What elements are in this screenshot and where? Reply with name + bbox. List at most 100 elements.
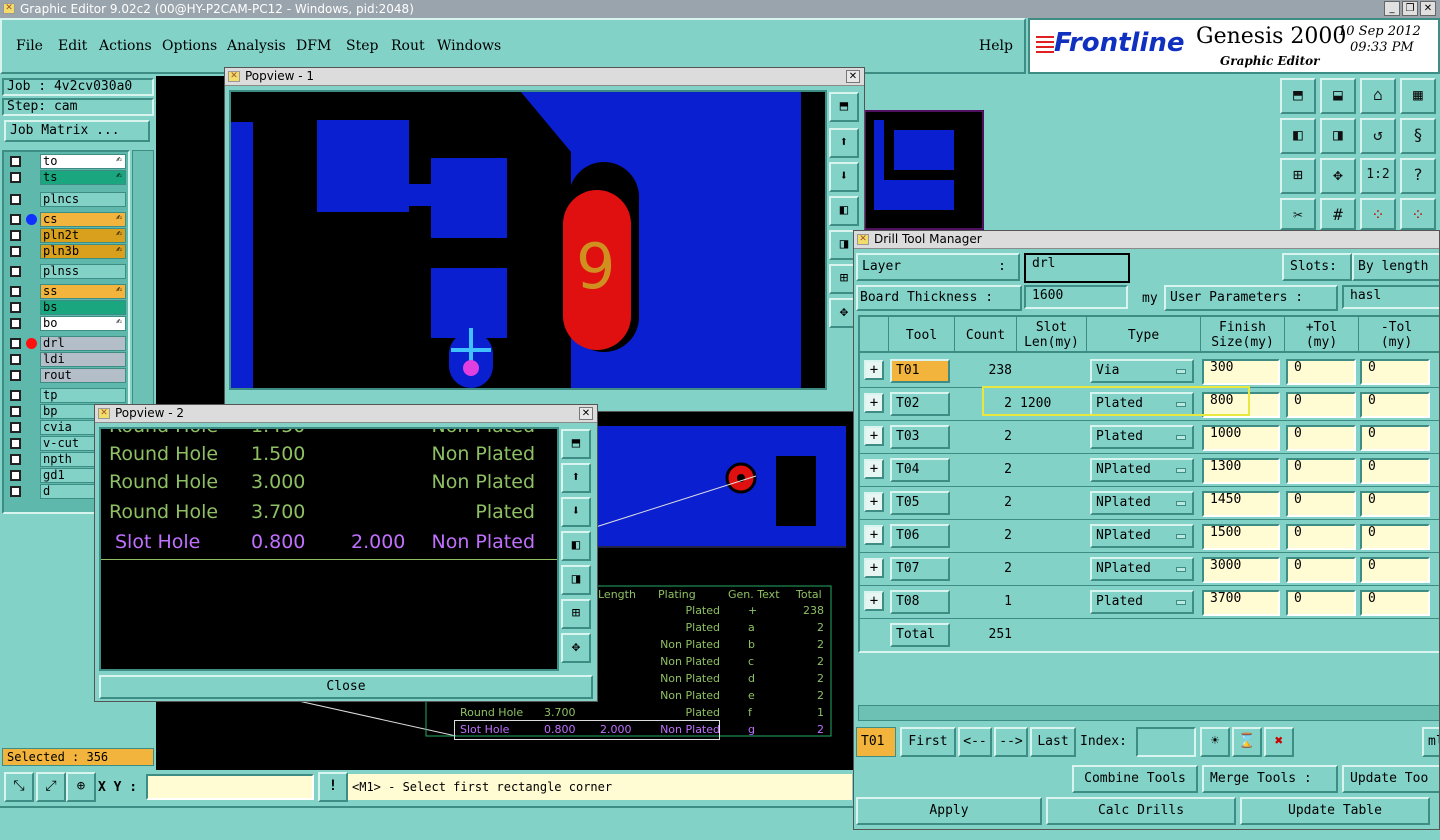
tool-finish-size[interactable]: 3700 [1202, 590, 1280, 616]
redraw-icon[interactable]: ↺ [1360, 118, 1396, 154]
expand-icon[interactable]: + [864, 591, 884, 611]
tool-plus-tol[interactable]: 0 [1286, 590, 1356, 616]
help-icon[interactable]: ? [1400, 158, 1436, 194]
combine-tools-button[interactable]: Combine Tools [1072, 765, 1198, 793]
tool-row[interactable]: + T04 2 NPlated 1300 0 0 [860, 454, 1439, 487]
tool-row[interactable]: + T02 2 1200 Plated 800 0 0 [860, 388, 1439, 421]
minimize-button[interactable]: _ [1384, 1, 1400, 16]
layer-name[interactable]: cs [40, 212, 126, 227]
tool-plus-tol[interactable]: 0 [1286, 524, 1356, 550]
layer-row-rout[interactable]: rout [8, 368, 128, 383]
tool-type-select[interactable]: Plated [1090, 590, 1194, 614]
update-table-button[interactable]: Update Table [1240, 797, 1430, 825]
index-input[interactable] [1136, 727, 1196, 757]
layer-checkbox[interactable] [10, 422, 21, 433]
layer-checkbox[interactable] [10, 286, 21, 297]
tool-plus-tol[interactable]: 0 [1286, 458, 1356, 484]
expand-icon[interactable]: + [864, 492, 884, 512]
popview2-close-button[interactable]: Close [99, 675, 593, 699]
measure-icon[interactable]: ✂ [1280, 198, 1316, 230]
pv2-up-icon[interactable]: ⬆ [561, 463, 591, 493]
menu-step[interactable]: Step [346, 38, 378, 54]
tool-minus-tol[interactable]: 0 [1360, 458, 1430, 484]
expand-icon[interactable]: + [864, 459, 884, 479]
zoom-home-icon[interactable]: ⬒ [1280, 78, 1316, 114]
menu-rout[interactable]: Rout [391, 38, 425, 54]
tool-button[interactable]: T06 [890, 524, 950, 548]
expand-icon[interactable]: + [864, 393, 884, 413]
home-icon[interactable]: ⌂ [1360, 78, 1396, 114]
popview1-close-icon[interactable]: ✕ [846, 70, 860, 83]
board-thickness-input[interactable]: 1600 [1024, 285, 1128, 309]
layer-name[interactable]: bo [40, 316, 126, 331]
layer-checkbox[interactable] [10, 406, 21, 417]
layer-name[interactable]: plnss [40, 264, 126, 279]
job-matrix-button[interactable]: Job Matrix ... [4, 120, 150, 142]
dtm-titlebar[interactable]: ✕ Drill Tool Manager [854, 231, 1439, 249]
drill-map-icon[interactable]: ⁘ [1360, 198, 1396, 230]
tool-plus-tol[interactable]: 0 [1286, 557, 1356, 583]
popview2-canvas[interactable]: Round Hole 1.450 Non Plated Round Hole 1.500… [99, 427, 559, 671]
tool-finish-size[interactable]: 1300 [1202, 458, 1280, 484]
layer-row-ldi[interactable]: ldi [8, 352, 128, 367]
maximize-button[interactable]: ❐ [1402, 1, 1418, 16]
layer-name[interactable]: bs [40, 300, 126, 315]
layer-checkbox[interactable] [10, 454, 21, 465]
layer-checkbox[interactable] [10, 172, 21, 183]
menu-options[interactable]: Options [162, 38, 217, 54]
layer-row-bs[interactable]: bs [8, 300, 128, 315]
tool-finish-size[interactable]: 1000 [1202, 425, 1280, 451]
tool-minus-tol[interactable]: 0 [1360, 590, 1430, 616]
tool-type-select[interactable]: NPlated [1090, 491, 1194, 515]
tool-button[interactable]: T03 [890, 425, 950, 449]
layer-checkbox[interactable] [10, 230, 21, 241]
layer-name[interactable]: pln2t [40, 228, 126, 243]
tool-button[interactable]: T08 [890, 590, 950, 614]
layer-row-to[interactable]: to ✍ [8, 154, 128, 169]
pv1-down-icon[interactable]: ⬇ [829, 162, 859, 192]
tool-button[interactable]: T02 [890, 392, 950, 416]
snap-icon[interactable]: § [1400, 118, 1436, 154]
tool-type-select[interactable]: Via [1090, 359, 1194, 383]
menu-file[interactable]: File [16, 38, 43, 54]
layer-row-drl[interactable]: drl [8, 336, 128, 351]
layer-row-tp[interactable]: tp [8, 388, 128, 403]
layer-checkbox[interactable] [10, 470, 21, 481]
pv2-left-icon[interactable]: ◧ [561, 531, 591, 561]
tool-plus-tol[interactable]: 0 [1286, 359, 1356, 385]
layer-checkbox[interactable] [10, 302, 21, 313]
tool-type-select[interactable]: Plated [1090, 425, 1194, 449]
expand-icon[interactable]: + [864, 426, 884, 446]
tool-row[interactable]: + T06 2 NPlated 1500 0 0 [860, 520, 1439, 553]
menu-analysis[interactable]: Analysis [227, 38, 286, 54]
tool-button[interactable]: T01 [890, 359, 950, 383]
fit-window-icon[interactable]: ▦ [1400, 78, 1436, 114]
popview1-canvas[interactable]: 9 [229, 90, 827, 390]
delete-icon[interactable]: ✖ [1264, 727, 1294, 757]
layer-row-ss[interactable]: ss ✍ [8, 284, 128, 299]
layer-name[interactable]: drl [40, 336, 126, 351]
pv1-left-icon[interactable]: ◧ [829, 196, 859, 226]
tool-finish-size[interactable]: 1450 [1202, 491, 1280, 517]
pv1-up-icon[interactable]: ⬆ [829, 128, 859, 158]
tool-row[interactable]: + T05 2 NPlated 1450 0 0 [860, 487, 1439, 520]
ml-button[interactable]: ml [1422, 727, 1439, 757]
hourglass-icon[interactable]: ⌛ [1232, 727, 1262, 757]
pan-right-icon[interactable]: ◨ [1320, 118, 1356, 154]
layer-name[interactable]: to [40, 154, 126, 169]
layer-name[interactable]: ldi [40, 352, 126, 367]
layer-row-pln3b[interactable]: pln3b ✍ [8, 244, 128, 259]
tool-plus-tol[interactable]: 0 [1286, 491, 1356, 517]
layer-row-plnss[interactable]: plnss [8, 264, 128, 279]
alert-icon[interactable]: ! [318, 772, 348, 802]
pv2-zoom-icon[interactable]: ⬒ [561, 429, 591, 459]
layer-name[interactable]: rout [40, 368, 126, 383]
tool-minus-tol[interactable]: 0 [1360, 359, 1430, 385]
grid-icon[interactable]: # [1320, 198, 1356, 230]
tool-button[interactable]: T04 [890, 458, 950, 482]
layer-name[interactable]: ss [40, 284, 126, 299]
menu-windows[interactable]: Windows [437, 38, 501, 54]
first-button[interactable]: First [900, 727, 956, 757]
layer-row-bo[interactable]: bo ✍ [8, 316, 128, 331]
layer-row-plncs[interactable]: plncs [8, 192, 128, 207]
